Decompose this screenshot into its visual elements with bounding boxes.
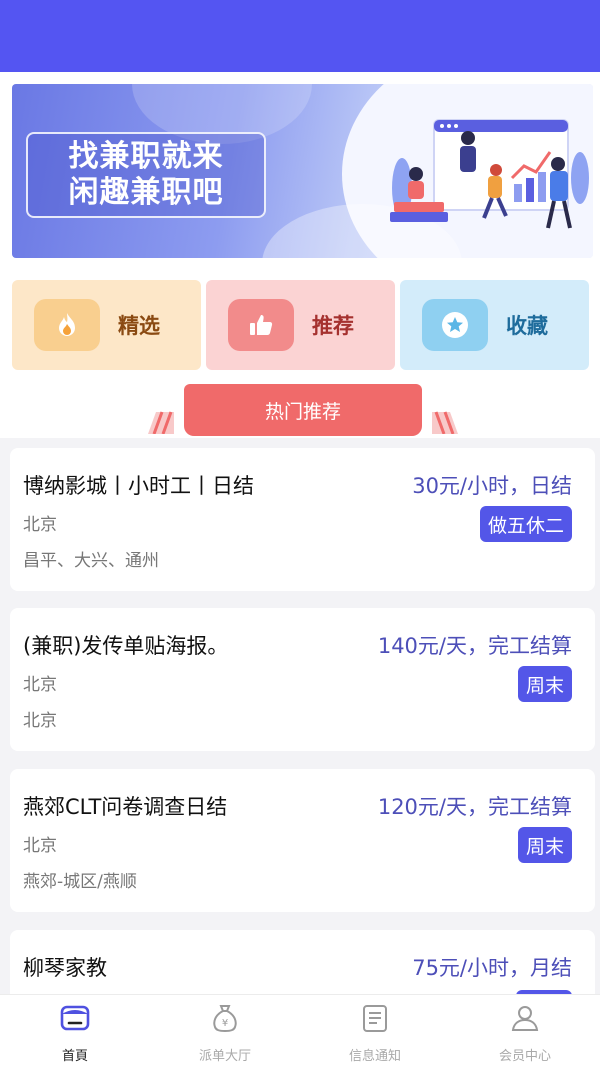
job-area: 燕郊-城区/燕顺 — [23, 872, 137, 892]
tab-member-center[interactable]: 会员中心 — [450, 995, 600, 1067]
thumbs-up-icon — [228, 299, 294, 351]
flame-icon — [34, 299, 100, 351]
job-schedule-tag: 做五休二 — [479, 506, 572, 542]
job-card[interactable]: 燕郊CLT问卷调查日结 120元/天，完工结算 北京 燕郊-城区/燕顺 周末 — [10, 769, 595, 912]
job-schedule-tag: 周末 — [517, 666, 572, 702]
job-pay: 75元/小时，月结 — [412, 956, 572, 980]
stripe-decoration-right — [432, 411, 458, 434]
job-city: 北京 — [23, 675, 57, 695]
job-pay: 120元/天，完工结算 — [377, 795, 572, 819]
category-featured-label: 精选 — [118, 314, 160, 338]
category-favorites[interactable]: 收藏 — [400, 280, 589, 370]
promo-banner[interactable]: 找兼职就来 闲趣兼职吧 — [12, 84, 593, 258]
tab-order-hall[interactable]: ¥ 派单大厅 — [150, 995, 300, 1067]
category-recommend[interactable]: 推荐 — [206, 280, 395, 370]
job-card[interactable]: 博纳影城丨小时工丨日结 30元/小时，日结 北京 昌平、大兴、通州 做五休二 — [10, 448, 595, 591]
job-pay: 140元/天，完工结算 — [377, 634, 572, 658]
star-icon — [422, 299, 488, 351]
job-schedule-tag: 周末 — [517, 827, 572, 863]
job-city: 北京 — [23, 836, 57, 856]
job-card[interactable]: (兼职)发传单贴海报。 140元/天，完工结算 北京 北京 周末 — [10, 608, 595, 751]
job-title: (兼职)发传单贴海报。 — [23, 634, 229, 658]
banner-slogan: 找兼职就来 闲趣兼职吧 — [26, 132, 266, 218]
job-pay: 30元/小时，日结 — [412, 474, 572, 498]
banner-slogan-line1: 找兼职就来 — [68, 139, 224, 174]
notice-icon — [358, 1001, 392, 1035]
status-bar — [0, 0, 600, 72]
job-title: 博纳影城丨小时工丨日结 — [23, 474, 254, 498]
team-illustration — [390, 119, 589, 229]
job-area: 北京 — [23, 711, 57, 731]
tab-order-hall-label: 派单大厅 — [198, 1049, 251, 1064]
tab-notifications-label: 信息通知 — [348, 1049, 401, 1064]
banner-slogan-line2: 闲趣兼职吧 — [68, 175, 224, 210]
money-bag-icon: ¥ — [208, 1001, 242, 1035]
category-recommend-label: 推荐 — [312, 314, 354, 338]
user-icon — [508, 1001, 542, 1035]
svg-text:¥: ¥ — [222, 1018, 228, 1029]
job-title: 燕郊CLT问卷调查日结 — [23, 795, 228, 819]
tab-notifications[interactable]: 信息通知 — [300, 995, 450, 1067]
tab-home[interactable]: 首頁 — [0, 995, 150, 1067]
stripe-decoration-left — [148, 411, 174, 434]
tab-member-center-label: 会员中心 — [498, 1049, 551, 1064]
job-title: 柳琴家教 — [23, 956, 107, 980]
category-favorites-label: 收藏 — [506, 314, 548, 338]
tab-home-label: 首頁 — [61, 1049, 88, 1064]
bottom-tab-bar: 首頁 ¥ 派单大厅 信息通知 会员中心 — [0, 994, 600, 1067]
hot-recommend-title: 热门推荐 — [184, 384, 422, 436]
home-icon — [58, 1001, 92, 1035]
category-featured[interactable]: 精选 — [12, 280, 201, 370]
job-city: 北京 — [23, 515, 57, 535]
hot-section-header: 热门推荐 — [148, 382, 458, 438]
job-area: 昌平、大兴、通州 — [23, 551, 159, 571]
